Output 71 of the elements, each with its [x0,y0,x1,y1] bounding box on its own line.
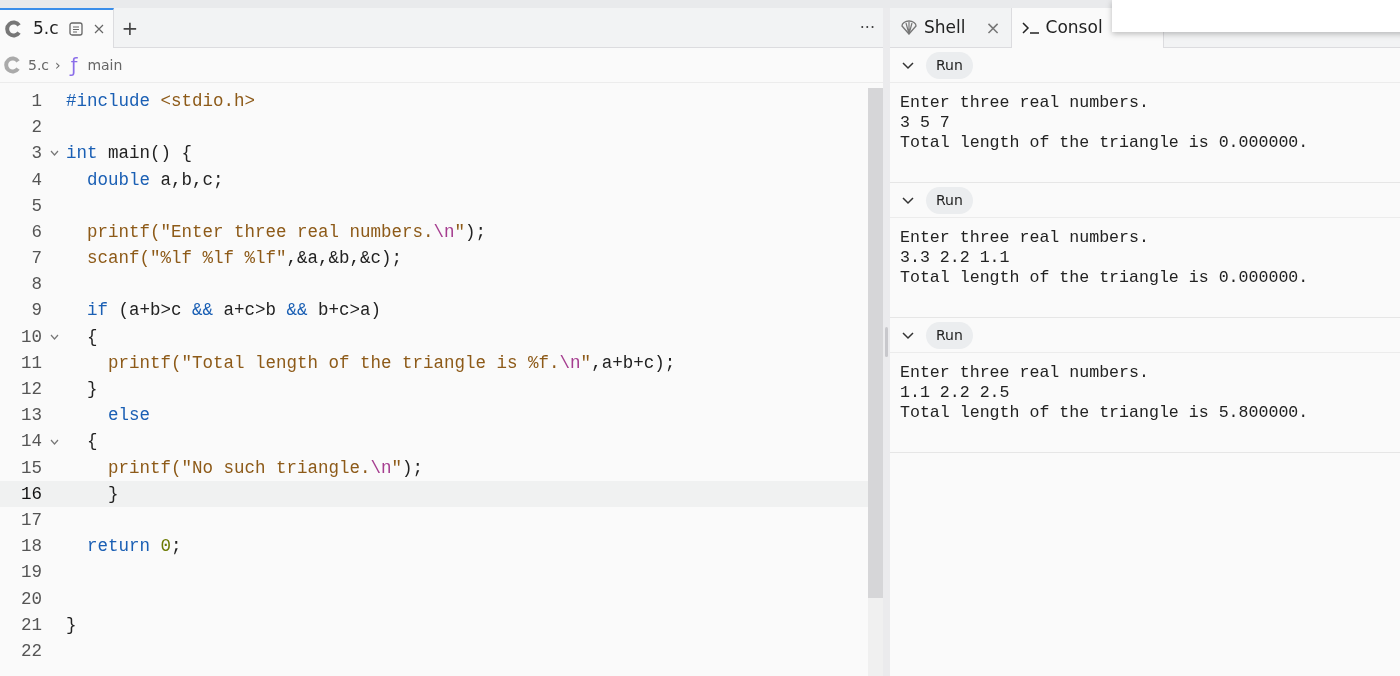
close-icon [92,23,105,35]
line-number: 18 [20,535,42,559]
line-number: 4 [30,168,42,192]
chevron-down-icon[interactable] [902,194,914,206]
code-line: int main() { [66,142,193,166]
file-tab[interactable]: 5.c [0,8,114,48]
console-output-line: Enter three real numbers. [899,228,1150,248]
c-language-icon [4,56,22,74]
console-output-line: Total length of the triangle is 0.000000. [899,268,1310,288]
function-icon: ƒ [70,50,78,80]
document-icon [68,22,83,36]
line-number: 14 [20,430,42,454]
code-line: #include <stdio.h> [66,89,256,113]
run-button[interactable]: Run [926,51,973,79]
line-number: 11 [20,351,42,375]
close-icon: × [985,14,1001,41]
code-line: } [107,482,119,506]
terminal-icon [1021,21,1040,35]
c-language-icon [5,20,23,38]
line-number: 7 [30,247,42,271]
code-line: { [86,325,98,349]
code-line: { [86,430,98,454]
line-number: 9 [30,299,42,323]
fold-chevron-icon[interactable] [49,438,59,445]
line-number: 17 [20,508,42,532]
chevron-down-icon[interactable] [902,59,914,71]
line-number: 10 [20,325,42,349]
code-line: printf("No such triangle.\n"); [107,456,424,480]
console-output-line: Enter three real numbers. [899,363,1150,383]
shell-icon [900,18,918,37]
console-output-line: Total length of the triangle is 0.000000. [899,133,1310,153]
code-line: if (a+b>c && a+c>b && b+c>a) [86,299,382,323]
console-output-line: Enter three real numbers. [899,93,1150,113]
run-button[interactable]: Run [926,321,973,349]
console-output-line: 3.3 2.2 1.1 [899,248,1011,268]
line-number: 5 [30,194,42,218]
line-number: 12 [20,378,42,402]
run-button[interactable]: Run [926,186,973,214]
console-output-line: 1.1 2.2 2.5 [899,383,1011,403]
scrollbar-thumb[interactable] [868,88,883,598]
code-line: return 0; [86,535,182,559]
fold-chevron-icon[interactable] [49,333,59,340]
line-number: 6 [30,220,42,244]
breadcrumb-item[interactable]: 5.c [28,54,50,76]
more-menu-button[interactable]: ··· [851,8,883,47]
console-output-line: Total length of the triangle is 5.800000. [899,403,1310,423]
code-line: scanf("%lf %lf %lf",&a,&b,&c); [86,247,403,271]
code-line: else [107,404,150,428]
chevron-down-icon[interactable] [902,329,914,341]
add-tab-button[interactable]: + [113,8,147,47]
line-number: 1 [30,89,42,113]
console-output-line: 3 5 7 [899,113,951,133]
resize-handle[interactable] [885,327,888,357]
code-line: } [86,378,98,402]
code-line: } [66,613,77,637]
line-number: 16 [20,482,42,506]
line-number: 20 [20,587,42,611]
breadcrumb-item[interactable]: main [87,54,123,76]
line-number: 13 [20,404,42,428]
line-number: 15 [20,456,42,480]
line-number: 22 [20,639,42,663]
line-number: 3 [30,142,42,166]
code-line: double a,b,c; [86,168,224,192]
code-line: printf("Total length of the triangle is %f.\n",a+b+c); [107,351,676,375]
line-number: 8 [30,273,42,297]
breadcrumb-separator: › [55,55,61,75]
code-line: printf("Enter three real numbers.\n"); [86,220,487,244]
line-number: 21 [20,613,42,637]
line-number: 19 [20,561,42,585]
fold-chevron-icon[interactable] [49,150,59,157]
line-number: 2 [30,116,42,140]
